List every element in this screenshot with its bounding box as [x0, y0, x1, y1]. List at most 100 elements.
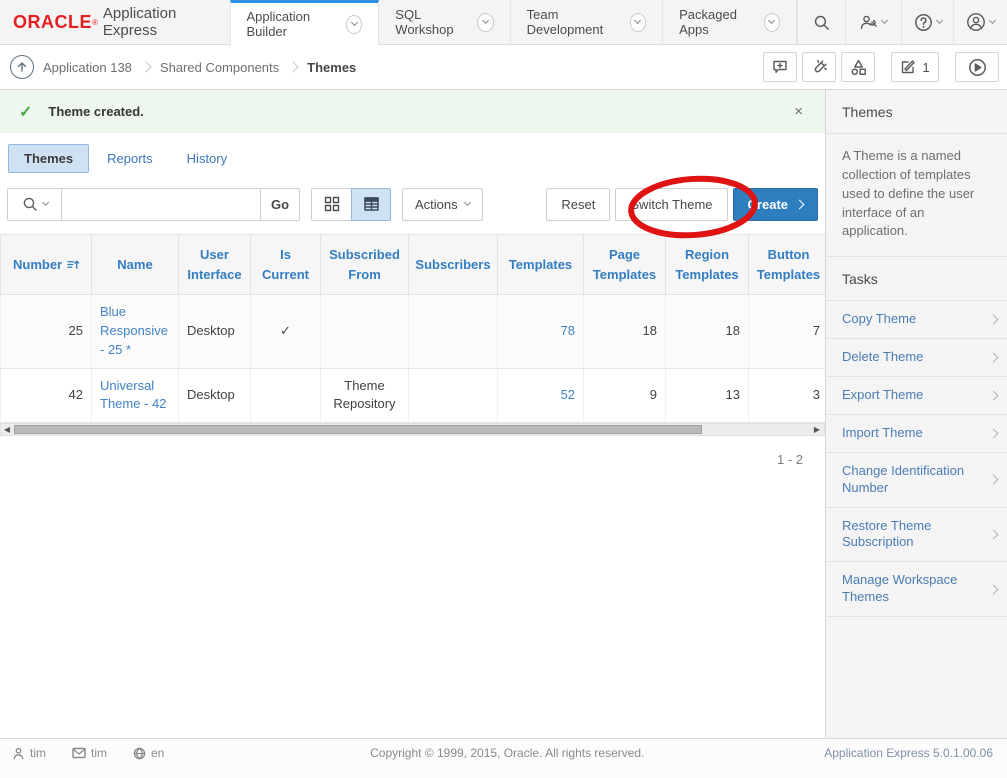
column-header-subscribers[interactable]: Subscribers — [409, 235, 498, 295]
search-column-selector[interactable] — [7, 188, 61, 221]
task-change-identification-number[interactable]: Change Identification Number — [826, 453, 1007, 508]
pagination: 1 - 2 — [0, 436, 825, 467]
cell-region-templates: 13 — [666, 368, 749, 423]
person-icon — [12, 747, 25, 760]
close-icon[interactable]: × — [786, 99, 811, 124]
cell-subscribers — [409, 295, 498, 369]
feedback-button[interactable] — [763, 52, 797, 82]
create-button[interactable]: Create — [733, 188, 818, 221]
cell-is-current — [251, 368, 321, 423]
column-header-templates[interactable]: Templates — [498, 235, 584, 295]
cell-page-templates: 9 — [584, 368, 666, 423]
sidebar-title: Themes — [826, 90, 1007, 134]
tab-application-builder[interactable]: Application Builder — [230, 0, 380, 45]
footer-user: tim — [12, 746, 46, 760]
chevron-down-icon — [41, 199, 48, 206]
column-header-number[interactable]: Number — [1, 235, 92, 295]
column-header-name[interactable]: Name — [92, 235, 179, 295]
edit-icon — [900, 59, 916, 75]
scroll-left-arrow[interactable]: ◀ — [1, 424, 13, 435]
cell-templates: 52 — [498, 368, 584, 423]
sort-ascending-icon — [67, 258, 80, 271]
envelope-icon — [72, 747, 86, 759]
chevron-down-icon[interactable] — [477, 13, 493, 32]
cell-number: 25 — [1, 295, 92, 369]
task-import-theme[interactable]: Import Theme — [826, 415, 1007, 453]
footer-copyright: Copyright © 1999, 2015, Oracle. All righ… — [190, 746, 824, 760]
user-account-icon — [966, 12, 986, 32]
column-header-button-templates[interactable]: Button Templates — [749, 235, 829, 295]
footer-language: en — [133, 746, 164, 760]
breadcrumb-separator — [287, 61, 298, 72]
chevron-right-icon — [989, 530, 999, 540]
theme-link[interactable]: Blue Responsive - 25 * — [100, 304, 168, 357]
arrow-up-icon — [16, 61, 28, 73]
chevron-down-icon — [881, 17, 888, 24]
edit-page-button[interactable]: 1 — [891, 52, 939, 82]
footer-workspace: tim — [72, 746, 107, 760]
spotlight-search-button[interactable] — [802, 52, 836, 82]
tab-team-development[interactable]: Team Development — [511, 0, 663, 44]
up-level-button[interactable] — [10, 55, 34, 79]
chevron-right-icon — [989, 475, 999, 485]
templates-link[interactable]: 78 — [561, 323, 575, 338]
administration-menu-button[interactable] — [845, 0, 901, 44]
table-row: 25 Blue Responsive - 25 * Desktop ✓ 78 1… — [1, 295, 829, 369]
column-header-page-templates[interactable]: Page Templates — [584, 235, 666, 295]
theme-link[interactable]: Universal Theme - 42 — [100, 378, 166, 412]
tab-reports[interactable]: Reports — [91, 144, 169, 173]
account-menu-button[interactable] — [953, 0, 1007, 44]
tab-history[interactable]: History — [171, 144, 243, 173]
column-header-subscribed-from[interactable]: Subscribed From — [321, 235, 409, 295]
breadcrumb-themes: Themes — [307, 60, 356, 75]
go-button[interactable]: Go — [261, 188, 300, 221]
main-content: ✓ Theme created. × Themes Reports Histor… — [0, 90, 825, 738]
switch-theme-button[interactable]: Switch Theme — [615, 188, 727, 221]
search-input[interactable] — [61, 188, 261, 221]
tab-packaged-apps[interactable]: Packaged Apps — [663, 0, 797, 44]
scrollbar-thumb[interactable] — [14, 425, 702, 434]
cell-subscribed-from: Theme Repository — [321, 368, 409, 423]
breadcrumb-application[interactable]: Application 138 — [43, 60, 132, 75]
themes-report-table: Number Name User Interface Is Current Su… — [0, 234, 829, 423]
horizontal-scrollbar[interactable]: ◀ ▶ — [0, 423, 825, 436]
column-header-user-interface[interactable]: User Interface — [179, 235, 251, 295]
task-delete-theme[interactable]: Delete Theme — [826, 339, 1007, 377]
top-navigation-bar: ORACLE ® Application Express Application… — [0, 0, 1007, 45]
chevron-down-icon — [935, 17, 942, 24]
column-header-is-current[interactable]: Is Current — [251, 235, 321, 295]
cell-number: 42 — [1, 368, 92, 423]
run-application-button[interactable] — [955, 52, 999, 82]
column-header-region-templates[interactable]: Region Templates — [666, 235, 749, 295]
chevron-right-icon — [989, 390, 999, 400]
task-restore-theme-subscription[interactable]: Restore Theme Subscription — [826, 508, 1007, 563]
tab-sql-workshop[interactable]: SQL Workshop — [379, 0, 510, 44]
tab-themes[interactable]: Themes — [8, 144, 89, 173]
reset-button[interactable]: Reset — [546, 188, 610, 221]
chevron-right-icon — [989, 428, 999, 438]
task-copy-theme[interactable]: Copy Theme — [826, 301, 1007, 339]
cell-name: Universal Theme - 42 — [92, 368, 179, 423]
report-view-button[interactable] — [351, 188, 391, 221]
success-message: ✓ Theme created. × — [0, 90, 825, 133]
templates-link[interactable]: 52 — [561, 387, 575, 402]
search-icon — [22, 196, 38, 212]
icon-view-button[interactable] — [311, 188, 351, 221]
task-export-theme[interactable]: Export Theme — [826, 377, 1007, 415]
search-button[interactable] — [797, 0, 845, 44]
chevron-down-icon[interactable] — [764, 13, 780, 32]
scroll-right-arrow[interactable]: ▶ — [811, 424, 823, 435]
shortcuts-button[interactable] — [841, 52, 875, 82]
success-check-icon: ✓ — [19, 102, 32, 122]
interactive-report-toolbar: Go Actions Reset Switch Theme Create — [0, 180, 825, 228]
task-manage-workspace-themes[interactable]: Manage Workspace Themes — [826, 562, 1007, 617]
help-menu-button[interactable] — [901, 0, 953, 44]
admin-wrench-icon — [860, 14, 878, 31]
sidebar-description: A Theme is a named collection of templat… — [826, 134, 1007, 257]
breadcrumb-shared-components[interactable]: Shared Components — [160, 60, 279, 75]
registered-mark: ® — [92, 18, 98, 27]
chevron-down-icon[interactable] — [630, 13, 646, 32]
oracle-apex-logo: ORACLE ® Application Express — [0, 0, 230, 44]
actions-menu-button[interactable]: Actions — [402, 188, 483, 221]
chevron-down-icon[interactable] — [346, 15, 362, 34]
